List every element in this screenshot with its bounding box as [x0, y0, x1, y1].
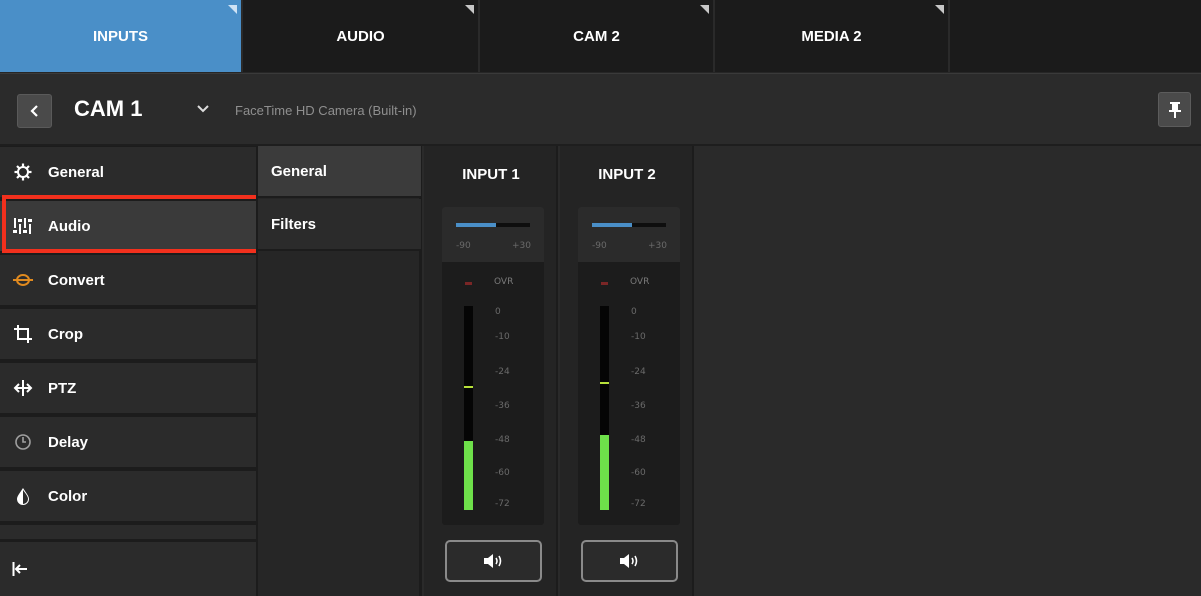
gain-control[interactable]: -90 +30: [578, 207, 680, 262]
gain-min-label: -90: [456, 241, 471, 251]
meter-tick-label: -36: [495, 401, 510, 411]
sidebar-item-color[interactable]: Color: [0, 471, 256, 521]
sidebar-item-ptz[interactable]: PTZ: [0, 363, 256, 413]
mute-button[interactable]: [445, 540, 542, 582]
gain-max-label: +30: [512, 241, 531, 251]
mute-button[interactable]: [581, 540, 678, 582]
page-title[interactable]: CAM 1: [74, 96, 142, 122]
sidebar-item-audio[interactable]: Audio: [0, 201, 256, 251]
ovr-label: OVR: [630, 277, 650, 287]
sidebar-item-label: Color: [48, 487, 88, 505]
meter-tick-label: -24: [495, 367, 510, 377]
tab-media-2[interactable]: MEDIA 2: [715, 0, 950, 72]
channel-meter-panel: -90 +30 OVR 0 -10 -24 -36 -48 -60 -72: [578, 207, 680, 525]
settings-sidebar: General Audio Convert Crop PTZ Delay Col…: [0, 146, 262, 596]
tab-label: INPUTS: [92, 27, 148, 45]
tab-empty: [950, 0, 1201, 72]
meter-tick-label: -60: [495, 468, 510, 478]
vu-meter-track: [600, 306, 609, 510]
tab-corner-icon: [935, 5, 944, 14]
submenu-item-filters[interactable]: Filters: [258, 199, 421, 251]
gain-slider-fill: [456, 223, 496, 227]
gear-icon: [12, 161, 34, 183]
sidebar-item-delay[interactable]: Delay: [0, 417, 256, 467]
gain-slider-fill: [592, 223, 632, 227]
meter-tick-label: -10: [631, 332, 646, 342]
sidebar-item-label: General: [48, 163, 104, 181]
gain-max-label: +30: [648, 241, 667, 251]
channel-title: INPUT 1: [462, 165, 520, 183]
submenu-item-general[interactable]: General: [258, 146, 421, 198]
audio-meters-area: INPUT 1 -90 +30 OVR 0 -10 -24 -36 -48 -6…: [422, 146, 697, 596]
submenu-item-label: General: [271, 162, 327, 180]
meter-tick-label: 0: [631, 307, 637, 317]
tab-cam-2[interactable]: CAM 2: [480, 0, 715, 72]
sliders-icon: [12, 215, 34, 237]
input-1-channel: INPUT 1 -90 +30 OVR 0 -10 -24 -36 -48 -6…: [424, 146, 558, 596]
chevron-down-icon[interactable]: [197, 100, 209, 116]
chevron-left-icon: [29, 105, 38, 117]
meter-tick-label: 0: [495, 307, 501, 317]
meter-tick-label: -10: [495, 332, 510, 342]
input-header: CAM 1 FaceTime HD Camera (Built-in): [0, 73, 1201, 146]
submenu-item-label: Filters: [271, 215, 317, 233]
tab-label: AUDIO: [336, 27, 385, 45]
meter-tick-label: -48: [495, 435, 510, 445]
clock-icon: [12, 431, 34, 453]
channel-meter-panel: -90 +30 OVR 0 -10 -24 -36 -48 -60 -72: [442, 207, 544, 525]
sidebar-item-crop[interactable]: Crop: [0, 309, 256, 359]
ptz-icon: [12, 377, 34, 399]
vu-meter-peak: [600, 382, 609, 384]
tab-audio[interactable]: AUDIO: [243, 0, 480, 72]
meter-tick-label: -72: [495, 499, 510, 509]
empty-content-area: [697, 146, 1201, 596]
top-tab-bar: INPUTS AUDIO CAM 2 MEDIA 2: [0, 0, 1201, 73]
back-button[interactable]: [17, 94, 52, 128]
sidebar-spacer: [0, 525, 256, 539]
gain-control[interactable]: -90 +30: [442, 207, 544, 262]
color-drop-icon: [12, 485, 34, 507]
pin-button[interactable]: [1158, 92, 1191, 127]
sidebar-item-label: Delay: [48, 433, 89, 451]
gain-slider-track[interactable]: [456, 223, 530, 227]
pin-icon: [1168, 101, 1181, 118]
meter-tick-label: -60: [631, 468, 646, 478]
vu-meter-level: [464, 441, 473, 510]
gain-slider-track[interactable]: [592, 223, 666, 227]
vu-meter-peak: [464, 386, 473, 388]
tab-label: MEDIA 2: [801, 27, 862, 45]
overload-led: [465, 282, 472, 285]
sidebar-item-convert[interactable]: Convert: [0, 255, 256, 305]
vu-meter-level: [600, 435, 609, 510]
sidebar-item-label: Crop: [48, 325, 83, 343]
convert-icon: [12, 269, 34, 291]
tab-corner-icon: [465, 5, 474, 14]
sidebar-item-label: PTZ: [48, 379, 77, 397]
source-device-name: FaceTime HD Camera (Built-in): [235, 103, 417, 118]
channel-title: INPUT 2: [598, 165, 656, 183]
sidebar-item-label: Audio: [48, 217, 91, 235]
input-2-channel: INPUT 2 -90 +30 OVR 0 -10 -24 -36 -48 -6…: [560, 146, 694, 596]
overload-led: [601, 282, 608, 285]
collapse-sidebar-button[interactable]: [0, 542, 256, 596]
collapse-left-icon: [12, 562, 27, 576]
gain-min-label: -90: [592, 241, 607, 251]
tab-label: CAM 2: [573, 27, 620, 45]
tab-inputs[interactable]: INPUTS: [0, 0, 243, 72]
meter-tick-label: -36: [631, 401, 646, 411]
meter-tick-label: -72: [631, 499, 646, 509]
meter-tick-label: -48: [631, 435, 646, 445]
speaker-icon: [483, 554, 501, 568]
sidebar-item-label: Convert: [48, 271, 105, 289]
speaker-icon: [619, 554, 637, 568]
tab-corner-icon: [700, 5, 709, 14]
tab-corner-icon: [228, 5, 237, 14]
submenu-panel: General Filters: [256, 146, 422, 596]
crop-icon: [12, 323, 34, 345]
vu-meter-track: [464, 306, 473, 510]
ovr-label: OVR: [494, 277, 514, 287]
sidebar-item-general[interactable]: General: [0, 147, 256, 197]
meter-tick-label: -24: [631, 367, 646, 377]
